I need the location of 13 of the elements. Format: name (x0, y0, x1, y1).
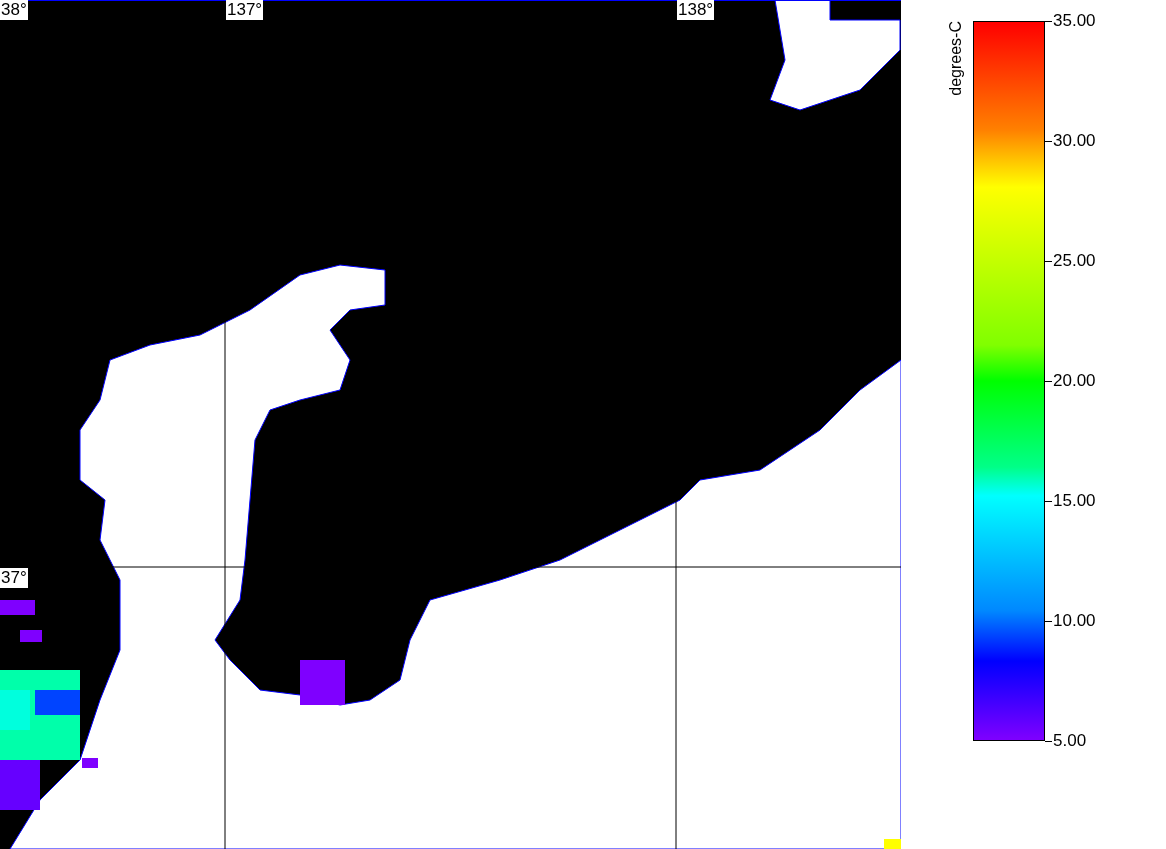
scale-tick-label: 25.00 (1053, 251, 1096, 271)
data-pixel (884, 839, 901, 849)
scale-tick-label: 10.00 (1053, 611, 1096, 631)
scale-tick-label: 35.00 (1053, 11, 1096, 31)
latitude-label: 38° (0, 0, 28, 20)
scale-tick-label: 30.00 (1053, 131, 1096, 151)
latitude-label: 37° (0, 568, 28, 588)
longitude-label: 138° (677, 0, 715, 20)
legend-title: degrees-C (947, 21, 965, 96)
scale-tick-label: 15.00 (1053, 491, 1096, 511)
scale-tick-label: 5.00 (1053, 731, 1087, 751)
longitude-label: 137° (226, 0, 264, 20)
scale-tick-label: 20.00 (1053, 371, 1096, 391)
